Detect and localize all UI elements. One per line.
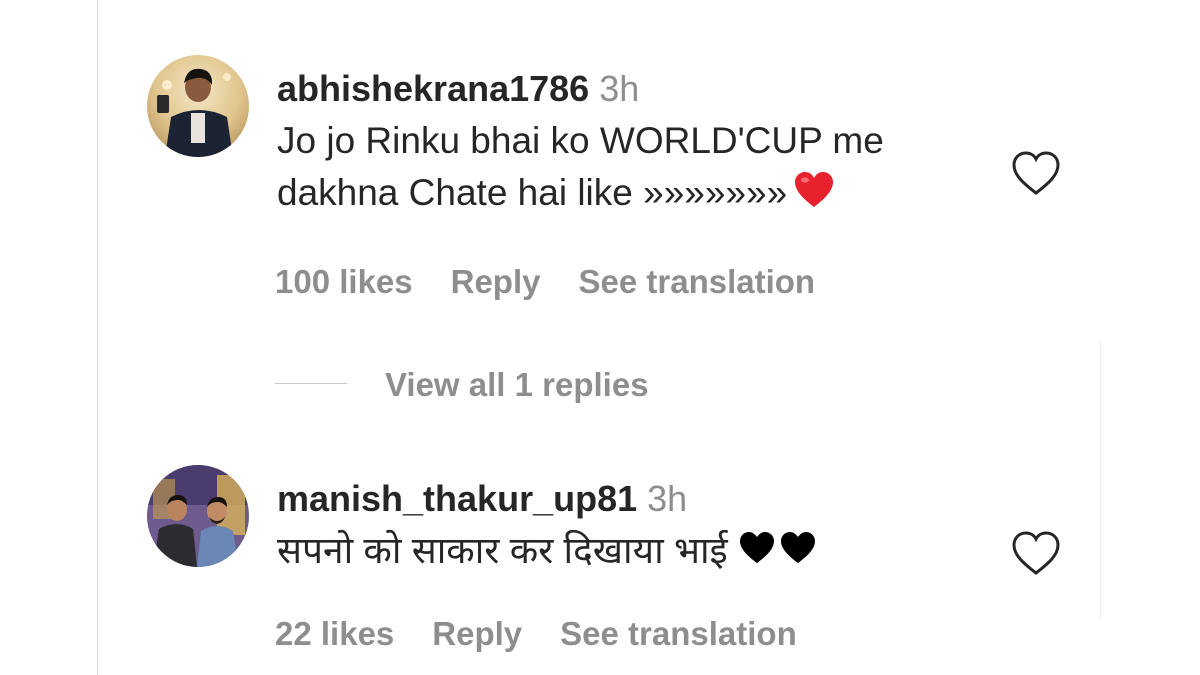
view-replies-button[interactable]: View all 1 replies <box>385 366 649 404</box>
see-translation-button[interactable]: See translation <box>560 615 797 652</box>
likes-count[interactable]: 22 likes <box>275 615 394 652</box>
timestamp: 3h <box>647 478 688 519</box>
comment-actions: 22 likes Reply See translation <box>275 615 835 653</box>
avatar[interactable] <box>147 55 249 157</box>
comment-body: manish_thakur_up81 3h सपनो को साकार कर दि… <box>277 479 997 579</box>
username[interactable]: manish_thakur_up81 <box>277 478 637 519</box>
timestamp: 3h <box>599 68 640 109</box>
comment-text: सपनो को साकार कर दिखाया भाई <box>277 525 997 579</box>
right-border <box>1100 340 1101 620</box>
comment-text-line: Jo jo Rinku bhai ko WORLD'CUP me <box>277 120 884 161</box>
see-translation-button[interactable]: See translation <box>579 263 816 300</box>
comment-text-fragment: dakhna Chate hai like »»»»»»» <box>277 172 788 213</box>
divider <box>275 383 347 384</box>
reply-button[interactable]: Reply <box>451 263 541 300</box>
comment-actions: 100 likes Reply See translation <box>275 263 853 301</box>
comment-text: Jo jo Rinku bhai ko WORLD'CUP me dakhna … <box>277 115 997 223</box>
comment-item: abhishekrana1786 3h Jo jo Rinku bhai ko W… <box>147 55 1087 315</box>
red-heart-emoji-icon <box>793 171 835 223</box>
comment-text-line: dakhna Chate hai like »»»»»»» <box>277 167 997 223</box>
username[interactable]: abhishekrana1786 <box>277 68 589 109</box>
comment-text-line: सपनो को साकार कर दिखाया भाई <box>277 530 728 571</box>
likes-count[interactable]: 100 likes <box>275 263 413 300</box>
like-heart-icon[interactable] <box>1010 150 1062 198</box>
reply-button[interactable]: Reply <box>432 615 522 652</box>
comment-body: abhishekrana1786 3h Jo jo Rinku bhai ko W… <box>277 69 997 223</box>
black-hearts-emoji-icon <box>738 527 818 579</box>
avatar[interactable] <box>147 465 249 567</box>
left-border <box>97 0 98 675</box>
comment-item: manish_thakur_up81 3h सपनो को साकार कर दि… <box>147 465 1087 665</box>
like-heart-icon[interactable] <box>1010 530 1062 578</box>
